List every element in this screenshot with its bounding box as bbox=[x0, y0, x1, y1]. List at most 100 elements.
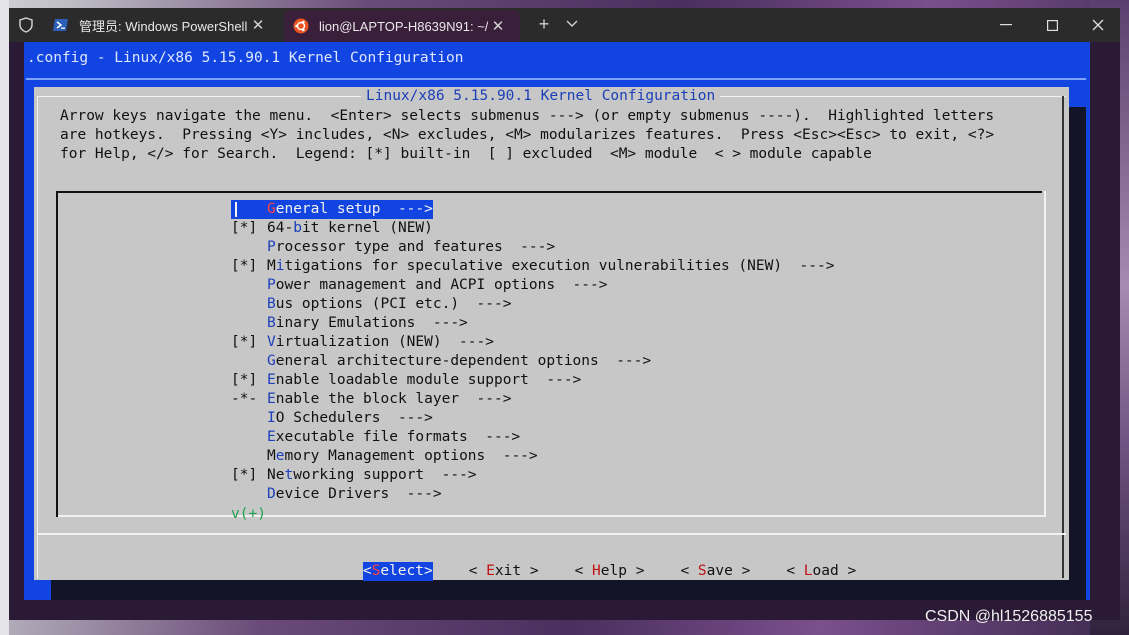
menu-item-state: [*] bbox=[231, 372, 258, 388]
button-label: elp bbox=[600, 563, 627, 579]
select-button[interactable]: <Select> bbox=[362, 562, 433, 581]
tab-powershell[interactable]: 管理员: Windows PowerShell ✕ bbox=[44, 8, 280, 42]
button-label: oad bbox=[812, 563, 839, 579]
hotkey: G bbox=[267, 201, 276, 217]
button-bracket: > bbox=[423, 563, 433, 579]
dialog-shadow bbox=[1069, 107, 1086, 600]
menu-border bbox=[1044, 191, 1046, 517]
menu-item-binary-emulations[interactable]: Binary Emulations ---> bbox=[231, 314, 834, 333]
button-bracket: < bbox=[574, 563, 593, 579]
menu-item-64bit-kernel[interactable]: [*] 64-bit kernel (NEW) bbox=[231, 219, 834, 238]
menu-item-state: [*] bbox=[231, 258, 258, 274]
tab-label: 管理员: Windows PowerShell bbox=[79, 18, 248, 34]
new-tab-button[interactable]: + bbox=[534, 14, 554, 34]
help-text: Arrow keys navigate the menu. <Enter> se… bbox=[60, 107, 994, 164]
button-bracket: < bbox=[680, 563, 698, 579]
menu-item-power-management[interactable]: Power management and ACPI options ---> bbox=[231, 276, 834, 295]
close-window-button[interactable] bbox=[1075, 8, 1121, 42]
menu-item-general-setup[interactable]: General setup ---> bbox=[231, 200, 834, 219]
load-button[interactable]: < Load > bbox=[786, 562, 856, 581]
hotkey: S bbox=[697, 563, 707, 579]
menuconfig-screen: .config - Linux/x86 5.15.90.1 Kernel Con… bbox=[24, 42, 1090, 600]
menu-item-text: working support ---> bbox=[293, 467, 477, 483]
menu-border bbox=[56, 191, 1042, 193]
hotkey: P bbox=[267, 277, 276, 293]
menu-item-text: irtualization (NEW) ---> bbox=[275, 334, 494, 350]
menu-item-text: O Schedulers ---> bbox=[275, 410, 433, 426]
menu-item-text: M bbox=[267, 448, 276, 464]
menu-item-io-schedulers[interactable]: IO Schedulers ---> bbox=[231, 409, 834, 428]
hotkey: P bbox=[267, 239, 276, 255]
menu-item-general-arch-options[interactable]: General architecture-dependent options -… bbox=[231, 352, 834, 371]
menu-item-text: Ne bbox=[267, 467, 285, 483]
tab-ubuntu[interactable]: lion@LAPTOP-H8639N91: ~/w ✕ bbox=[284, 10, 520, 42]
menu-item-text: M bbox=[267, 258, 276, 274]
hotkey: t bbox=[284, 467, 294, 483]
menu-item-text: 64- bbox=[267, 220, 294, 236]
hotkey: B bbox=[267, 315, 276, 331]
powershell-icon bbox=[53, 17, 69, 33]
hotkey: E bbox=[486, 563, 495, 579]
help-line: for Help, </> for Search. Legend: [*] bu… bbox=[60, 146, 872, 162]
tab-bar: 管理员: Windows PowerShell ✕ lion@LAPTOP-H8… bbox=[9, 8, 1120, 42]
button-bracket: > bbox=[732, 563, 751, 579]
help-line: Arrow keys navigate the menu. <Enter> se… bbox=[60, 108, 995, 124]
menu-item-virtualization[interactable]: [*] Virtualization (NEW) ---> bbox=[231, 333, 834, 352]
hotkey: I bbox=[267, 410, 276, 426]
menu-item-block-layer[interactable]: -*- Enable the block layer ---> bbox=[231, 390, 834, 409]
button-label: ave bbox=[706, 563, 733, 579]
menu-item-text: nable the block layer ---> bbox=[275, 391, 512, 407]
menu-item-mitigations[interactable]: [*] Mitigations for speculative execution… bbox=[231, 257, 834, 276]
menu-item-executable-formats[interactable]: Executable file formats ---> bbox=[231, 428, 834, 447]
menu-item-text: it kernel (NEW) bbox=[301, 220, 433, 236]
menu-item-networking[interactable]: [*] Networking support ---> bbox=[231, 466, 834, 485]
hotkey: B bbox=[267, 296, 276, 312]
button-bracket: > bbox=[521, 563, 539, 579]
exit-button[interactable]: < Exit > bbox=[469, 562, 539, 581]
menu-item-text: tigations for speculative execution vuln… bbox=[284, 258, 835, 274]
dialog-border bbox=[37, 96, 38, 578]
button-label: xit bbox=[494, 563, 522, 579]
menu-item-state: [*] bbox=[231, 467, 258, 483]
menu-border bbox=[58, 515, 1046, 517]
button-bracket: < bbox=[786, 563, 804, 579]
hotkey: H bbox=[592, 563, 601, 579]
button-label: elect bbox=[380, 563, 424, 579]
tab-label: lion@LAPTOP-H8639N91: ~/w bbox=[319, 18, 488, 34]
more-items-indicator: v(+) bbox=[231, 506, 266, 522]
hotkey: L bbox=[803, 563, 813, 579]
background-window-edge bbox=[0, 0, 9, 635]
help-button[interactable]: < Help > bbox=[575, 562, 645, 581]
maximize-button[interactable] bbox=[1029, 8, 1075, 42]
button-bracket: > bbox=[626, 563, 645, 579]
menu-item-bus-options[interactable]: Bus options (PCI etc.) ---> bbox=[231, 295, 834, 314]
ubuntu-icon bbox=[293, 18, 309, 34]
minimize-button[interactable] bbox=[983, 8, 1029, 42]
button-bracket: > bbox=[838, 563, 857, 579]
menu-list: General setup ---> [*] 64-bit kernel (NEW… bbox=[231, 200, 834, 504]
menu-item-device-drivers[interactable]: Device Drivers ---> bbox=[231, 485, 834, 504]
button-row: <Select> < Exit > < Help > < Save > < Load > bbox=[293, 543, 892, 600]
terminal-pane[interactable]: .config - Linux/x86 5.15.90.1 Kernel Con… bbox=[9, 42, 1120, 620]
button-separator bbox=[37, 533, 1066, 535]
watermark: CSDN @hl1526885155 bbox=[925, 608, 1093, 625]
kernel-config-dialog: Linux/x86 5.15.90.1 Kernel Configuration… bbox=[34, 87, 1069, 581]
hotkey: b bbox=[293, 220, 302, 236]
menu-item-text: evice Drivers ---> bbox=[275, 486, 442, 502]
menu-item-memory-management[interactable]: Memory Management options ---> bbox=[231, 447, 834, 466]
menu-item-text: rocessor type and features ---> bbox=[275, 239, 556, 255]
hotkey: S bbox=[371, 563, 381, 579]
menu-item-text: inary Emulations ---> bbox=[275, 315, 468, 331]
close-tab-icon[interactable]: ✕ bbox=[248, 16, 268, 34]
hotkey: V bbox=[267, 334, 276, 350]
hotkey: E bbox=[267, 391, 276, 407]
menu-border bbox=[56, 191, 58, 517]
close-tab-icon[interactable]: ✕ bbox=[488, 17, 508, 35]
menu-item-loadable-module[interactable]: [*] Enable loadable module support ---> bbox=[231, 371, 834, 390]
menu-item-text: xecutable file formats ---> bbox=[275, 429, 521, 445]
menu-item-processor-type[interactable]: Processor type and features ---> bbox=[231, 238, 834, 257]
tab-dropdown-chevron-icon[interactable] bbox=[562, 14, 582, 34]
menu-item-text: ower management and ACPI options ---> bbox=[275, 277, 608, 293]
dialog-border bbox=[1062, 96, 1064, 578]
save-button[interactable]: < Save > bbox=[680, 562, 750, 581]
